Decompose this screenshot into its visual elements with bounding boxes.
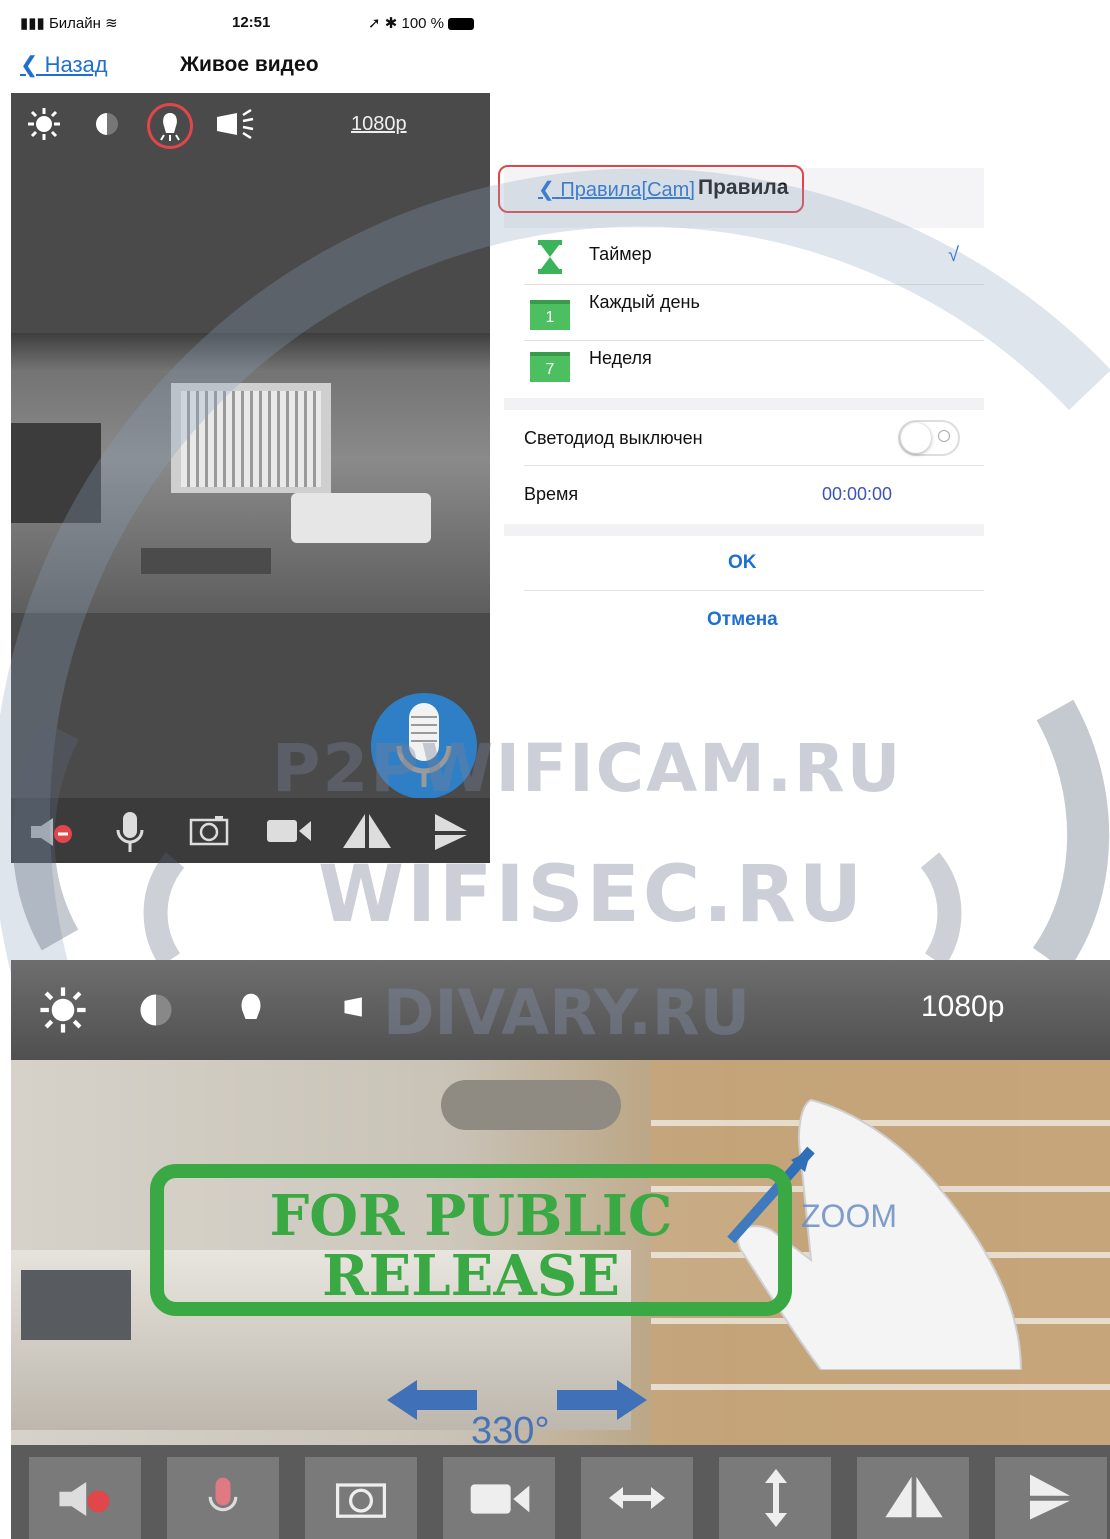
brightness-icon[interactable] xyxy=(39,986,87,1034)
flip-vertical-button[interactable] xyxy=(995,1457,1107,1539)
microphone-icon xyxy=(208,1477,238,1512)
record-button[interactable] xyxy=(443,1457,555,1539)
battery-label: ➚ ✱ 100 % xyxy=(368,14,475,32)
talk-button[interactable] xyxy=(167,1457,279,1539)
page-title: Живое видео xyxy=(180,53,319,76)
flip-horizontal-button[interactable] xyxy=(857,1457,969,1539)
monitor xyxy=(21,1270,131,1340)
pan-vertical-button[interactable] xyxy=(719,1457,831,1539)
camera-icon xyxy=(335,1483,387,1518)
watermark-p2p: P2PWIFICAM.RU xyxy=(272,730,903,807)
chevron-left-icon: ❮ xyxy=(20,52,39,77)
watermark-divary: DIVARY.RU xyxy=(383,976,750,1049)
wifi-icon: ≋ xyxy=(105,15,118,32)
ir-light-icon[interactable] xyxy=(341,990,381,1024)
large-video-controls xyxy=(11,1445,1110,1539)
for-public-release-stamp: FOR PUBLIC RELEASE xyxy=(150,1164,792,1316)
battery-icon xyxy=(448,18,475,31)
flip-horizontal-icon xyxy=(885,1476,943,1518)
watermark-wifisec: WIFISEC.RU xyxy=(318,850,866,940)
zoom-label: ZOOM xyxy=(801,1198,897,1234)
signal-icon: ▮▮▮ xyxy=(20,15,49,32)
mute-button[interactable] xyxy=(29,1457,141,1539)
snapshot-button[interactable] xyxy=(305,1457,417,1539)
back-button[interactable]: ❮ Назад xyxy=(20,52,108,78)
stamp-line-1: FOR PUBLIC xyxy=(269,1183,673,1249)
clock: 12:51 xyxy=(232,14,271,31)
speaker-muted-icon xyxy=(59,1481,110,1517)
pan-horizontal-button[interactable] xyxy=(581,1457,693,1539)
large-resolution-selector[interactable]: 1080p xyxy=(921,990,1004,1024)
flip-vertical-icon xyxy=(1030,1474,1070,1520)
pan-vertical-icon xyxy=(765,1469,787,1527)
large-video-toolbar: DIVARY.RU 1080p xyxy=(11,960,1110,1060)
video-icon xyxy=(470,1484,530,1514)
contrast-icon[interactable] xyxy=(139,986,173,1034)
bulb-icon[interactable] xyxy=(229,980,273,1036)
status-bar: ▮▮▮ Билайн ≋ 12:51 ➚ ✱ 100 % xyxy=(0,0,490,44)
stamp-line-2: RELEASE xyxy=(322,1243,620,1309)
ceiling-lamp xyxy=(441,1080,621,1130)
navigation-bar: ❮ Назад Живое видео xyxy=(0,44,490,90)
carrier-label: ▮▮▮ Билайн ≋ xyxy=(20,15,118,32)
pan-horizontal-icon xyxy=(609,1487,665,1509)
